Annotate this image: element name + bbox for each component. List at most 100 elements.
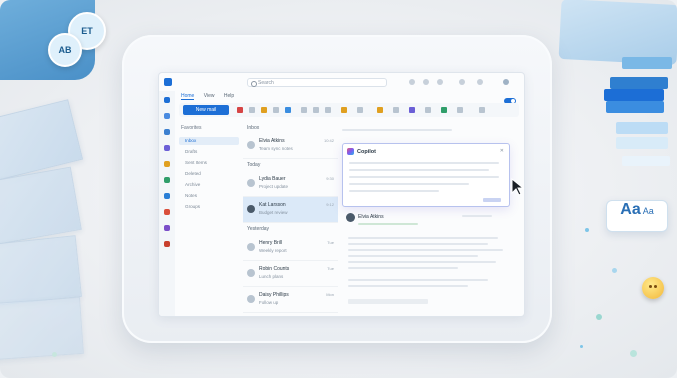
copilot-icon <box>347 148 354 155</box>
subject: Budget review <box>259 210 288 215</box>
archive-icon[interactable] <box>249 107 255 113</box>
envelope-decoration <box>0 296 84 361</box>
read-icon[interactable] <box>357 107 363 113</box>
time: Tue <box>327 266 334 271</box>
people-icon[interactable] <box>164 129 170 135</box>
mail-icon[interactable] <box>164 97 170 103</box>
list-item[interactable]: Henry Brill Weekly report Tue <box>243 235 338 261</box>
onedrive-icon[interactable] <box>164 193 170 199</box>
copilot-draft-panel[interactable]: Copilot ✕ <box>342 143 510 207</box>
decorative-bar <box>606 101 664 113</box>
sender: Robin Counts <box>259 266 290 272</box>
decorative-dot <box>612 268 617 273</box>
reply-actions[interactable] <box>462 215 492 217</box>
decorative-bar <box>622 57 672 69</box>
time: 9:12 <box>326 202 334 207</box>
profile-avatar[interactable] <box>503 79 509 85</box>
emoji-eye <box>649 285 652 288</box>
subject: Team sync notes <box>259 146 293 151</box>
groups-icon[interactable] <box>164 145 170 151</box>
search-icon <box>251 81 257 87</box>
delete-icon[interactable] <box>237 107 243 113</box>
sticky-note-decoration <box>558 0 677 66</box>
time: Tue <box>327 240 334 245</box>
message-sender: Elvia Atkins <box>358 214 384 220</box>
reading-pane: Copilot ✕ Elvia Atkins <box>342 123 520 313</box>
envelope-decoration <box>0 235 82 307</box>
sweep-icon[interactable] <box>273 107 279 113</box>
subject-line <box>342 129 452 131</box>
toolbar-icon[interactable] <box>423 79 429 85</box>
more-icon[interactable] <box>479 107 485 113</box>
snooze-icon[interactable] <box>393 107 399 113</box>
ribbon-toolbar: New mail <box>179 103 519 117</box>
folder-groups[interactable]: Groups <box>179 203 239 211</box>
move-icon[interactable] <box>285 107 291 113</box>
todo-icon[interactable] <box>164 177 170 183</box>
apps-icon[interactable] <box>164 225 170 231</box>
decorative-dot <box>585 228 589 232</box>
toolbar-icon[interactable] <box>477 79 483 85</box>
planner-icon[interactable] <box>441 107 447 113</box>
folder-archive[interactable]: Archive <box>179 181 239 189</box>
decorative-bar <box>616 137 668 149</box>
text-line <box>348 255 478 257</box>
close-icon[interactable]: ✕ <box>500 148 504 154</box>
list-item[interactable]: Robin Counts Lunch plans Tue <box>243 261 338 287</box>
forward-icon[interactable] <box>325 107 331 113</box>
folder-drafts[interactable]: Drafts <box>179 148 239 156</box>
avatar <box>247 269 255 277</box>
folder-deleted[interactable]: Deleted <box>179 170 239 178</box>
decorative-dot <box>52 352 57 357</box>
app-rail <box>159 91 175 316</box>
folders-title: Favorites <box>181 125 202 131</box>
rules-icon[interactable] <box>425 107 431 113</box>
list-item[interactable]: Daisy Phillips Follow up Mon <box>243 287 338 313</box>
send-button[interactable] <box>483 198 501 202</box>
reply-all-icon[interactable] <box>313 107 319 113</box>
search-placeholder: Search <box>258 80 274 86</box>
calendar-icon[interactable] <box>164 113 170 119</box>
list-header: Inbox <box>247 125 260 131</box>
undo-icon[interactable] <box>457 107 463 113</box>
toolbar-icon[interactable] <box>459 79 465 85</box>
mail-app-window: Search Home View Help New mail Favorites… <box>158 72 525 317</box>
time: 10:42 <box>323 138 334 143</box>
folder-sent[interactable]: Sent Items <box>179 159 239 167</box>
reply-bar[interactable] <box>348 299 428 304</box>
promo-scene: ET AB Aa Aa Search Home View Help New ma… <box>0 0 677 378</box>
more-apps-icon[interactable] <box>164 241 170 247</box>
tab-help[interactable]: Help <box>224 93 234 99</box>
reply-icon[interactable] <box>301 107 307 113</box>
toolbar-icon[interactable] <box>409 79 415 85</box>
office-icon[interactable] <box>164 209 170 215</box>
text-line <box>348 249 503 251</box>
list-item-selected[interactable]: Kat Larsson Budget review 9:12 <box>243 197 338 223</box>
avatar <box>247 295 255 303</box>
flag-icon[interactable] <box>341 107 347 113</box>
badge-large-text: Aa <box>620 201 641 218</box>
decorative-dot <box>580 345 583 348</box>
categorize-icon[interactable] <box>409 107 415 113</box>
folder-inbox[interactable]: Inbox <box>179 137 239 145</box>
decorative-bar <box>622 156 670 166</box>
toolbar-icon[interactable] <box>437 79 443 85</box>
pin-icon[interactable] <box>377 107 383 113</box>
list-item[interactable]: Lydia Bauer Project update 9:30 <box>243 171 338 197</box>
subject: Follow up <box>259 300 279 305</box>
search-input[interactable]: Search <box>247 78 387 87</box>
decorative-bar <box>610 77 668 89</box>
new-mail-button[interactable]: New mail <box>183 105 229 115</box>
files-icon[interactable] <box>164 161 170 167</box>
report-icon[interactable] <box>261 107 267 113</box>
list-item[interactable]: Elvia Atkins Team sync notes 10:42 <box>243 133 338 159</box>
text-line <box>348 267 458 269</box>
smiley-emoji-icon <box>642 277 664 299</box>
avatar <box>247 205 255 213</box>
app-logo-icon <box>164 78 172 86</box>
avatar <box>247 243 255 251</box>
tab-view[interactable]: View <box>204 93 215 99</box>
folder-notes[interactable]: Notes <box>179 192 239 200</box>
subject: Project update <box>259 184 289 189</box>
tab-home[interactable]: Home <box>181 93 195 100</box>
